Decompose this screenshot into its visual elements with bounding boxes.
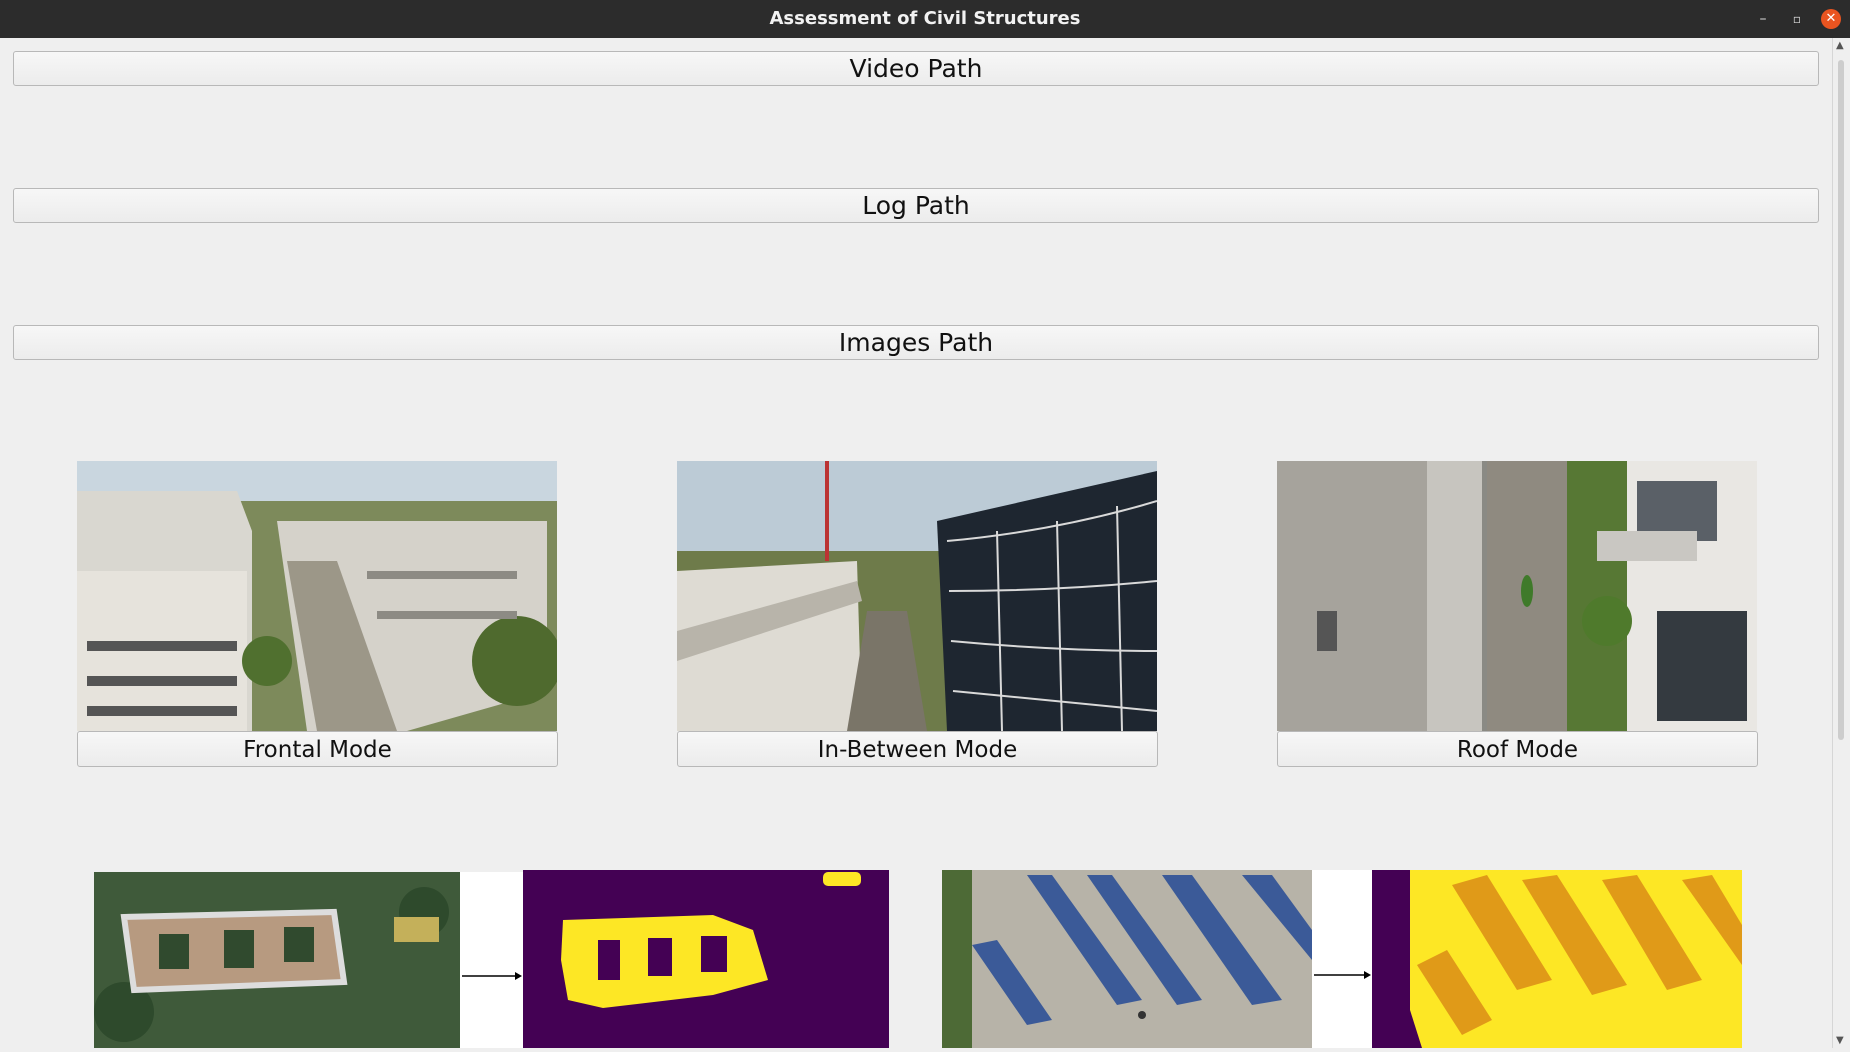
arrow-spacer-right	[1312, 870, 1372, 1048]
arrow-spacer-left	[460, 872, 523, 1048]
aerial-building-image	[94, 872, 460, 1048]
scrollbar-thumb[interactable]	[1838, 60, 1844, 740]
vertical-scrollbar[interactable]: ▲ ▼	[1832, 38, 1850, 1048]
main-content: Video Path Log Path Images Path Frontal …	[0, 38, 1832, 1048]
roof-mode-image	[1277, 461, 1757, 731]
solar-panel-mask-image	[1372, 870, 1742, 1048]
log-path-button[interactable]: Log Path	[13, 188, 1819, 223]
images-path-button[interactable]: Images Path	[13, 325, 1819, 360]
close-button[interactable]: ✕	[1821, 9, 1841, 29]
scroll-down-arrow-icon[interactable]: ▼	[1836, 1035, 1844, 1046]
frontal-mode-image	[77, 461, 557, 731]
window-title: Assessment of Civil Structures	[769, 8, 1081, 29]
video-path-button[interactable]: Video Path	[13, 51, 1819, 86]
in-between-mode-button[interactable]: In-Between Mode	[677, 731, 1158, 767]
minimize-button[interactable]: –	[1753, 9, 1773, 29]
maximize-button[interactable]: ▫	[1787, 9, 1807, 29]
scroll-up-arrow-icon[interactable]: ▲	[1836, 40, 1844, 51]
in-between-mode-image	[677, 461, 1157, 731]
window-titlebar: Assessment of Civil Structures – ▫ ✕	[0, 0, 1850, 38]
building-mask-image	[523, 870, 889, 1048]
frontal-mode-button[interactable]: Frontal Mode	[77, 731, 558, 767]
solar-roof-image	[942, 870, 1312, 1048]
roof-mode-button[interactable]: Roof Mode	[1277, 731, 1758, 767]
